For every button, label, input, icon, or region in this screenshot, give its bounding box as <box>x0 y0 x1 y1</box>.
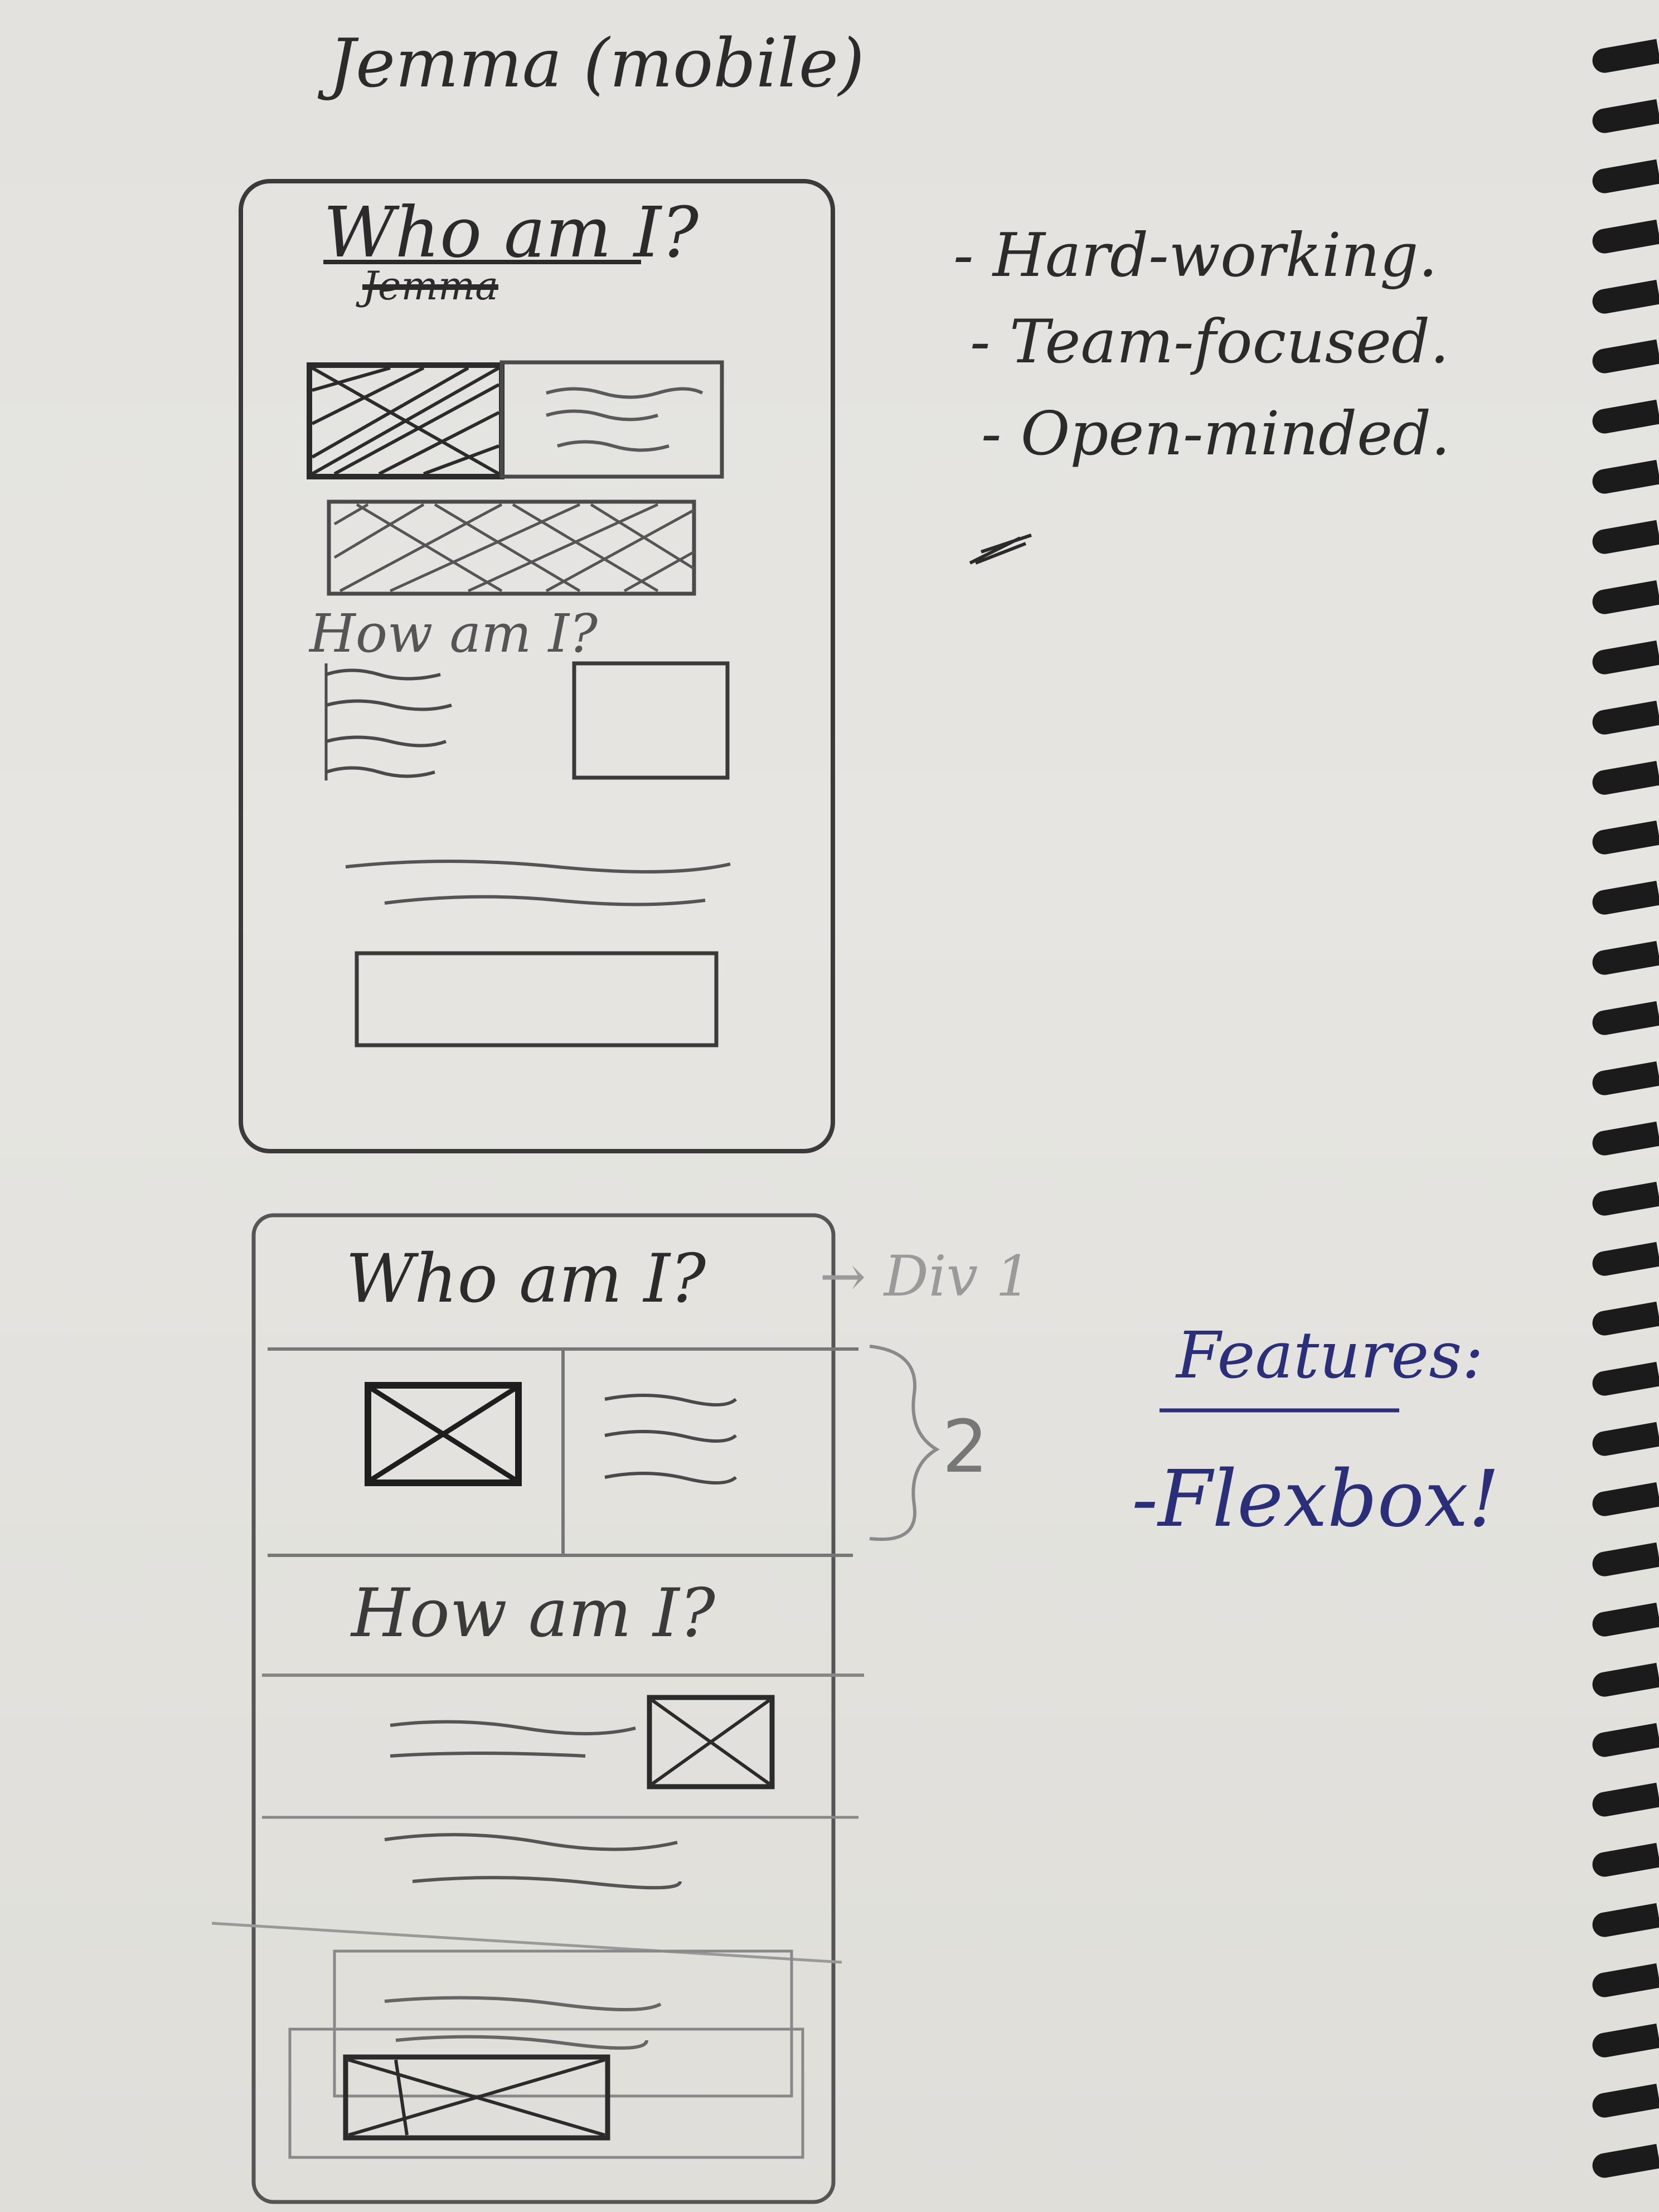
ring <box>1590 941 1659 977</box>
ring <box>1590 881 1659 917</box>
ring <box>1590 1602 1659 1638</box>
features-title: Features: <box>1176 1318 1484 1393</box>
page-title: Jemma (mobile) <box>329 25 865 103</box>
ring <box>1590 1362 1659 1398</box>
ring <box>1590 1302 1659 1338</box>
features-item-flexbox: -Flexbox! <box>1132 1454 1500 1545</box>
ring <box>1590 99 1659 135</box>
footer-box <box>355 951 719 1047</box>
mobile-mockup-frame <box>239 179 835 1153</box>
ring <box>1590 640 1659 676</box>
ring <box>1590 1001 1659 1037</box>
ring <box>1590 760 1659 797</box>
ring <box>1590 38 1659 75</box>
ring <box>1590 1482 1659 1519</box>
ring <box>1590 2083 1659 2119</box>
ring <box>1590 1903 1659 1939</box>
mobile-struck-word: Jemma <box>362 263 498 309</box>
ring <box>1590 1181 1659 1217</box>
scribble <box>969 533 1032 565</box>
ring <box>1590 159 1659 195</box>
spiral-binding <box>1575 38 1659 2180</box>
ring <box>1590 520 1659 556</box>
ring <box>1590 219 1659 255</box>
hero-text-box <box>499 360 724 479</box>
ring <box>1590 821 1659 857</box>
layout-mockup-frame <box>251 1213 836 2204</box>
trait-item-2: - Team-focused. <box>970 307 1449 377</box>
mobile-heading-who: Who am I? <box>323 192 699 273</box>
ring <box>1590 460 1659 496</box>
trait-item-3: - Open-minded. <box>981 399 1451 469</box>
ring <box>1590 1422 1659 1458</box>
mobile-heading-how: How am I? <box>309 603 598 664</box>
div-note: → Div 1 <box>819 1244 1031 1309</box>
ring <box>1590 1783 1659 1819</box>
ring <box>1590 279 1659 316</box>
trait-item-1: - Hard-working. <box>953 221 1438 290</box>
how-image-box <box>572 661 730 780</box>
ring <box>1590 2023 1659 2059</box>
ring <box>1590 1963 1659 2000</box>
ring <box>1590 1241 1659 1278</box>
ring <box>1590 400 1659 436</box>
ring <box>1590 339 1659 376</box>
ring <box>1590 1843 1659 1879</box>
section-count: 2 <box>942 1404 988 1489</box>
ring <box>1590 1061 1659 1097</box>
layout-heading-who: Who am I? <box>346 1240 706 1318</box>
ring <box>1590 700 1659 736</box>
ring <box>1590 580 1659 616</box>
ring <box>1590 1723 1659 1759</box>
notebook-page: Jemma (mobile) Who am I? Jemma How am I?… <box>0 0 1659 2212</box>
ring <box>1590 1542 1659 1578</box>
section-brace <box>869 1345 940 1541</box>
ring <box>1590 1662 1659 1699</box>
ring <box>1590 1121 1659 1157</box>
layout-heading-how: How am I? <box>351 1575 715 1652</box>
